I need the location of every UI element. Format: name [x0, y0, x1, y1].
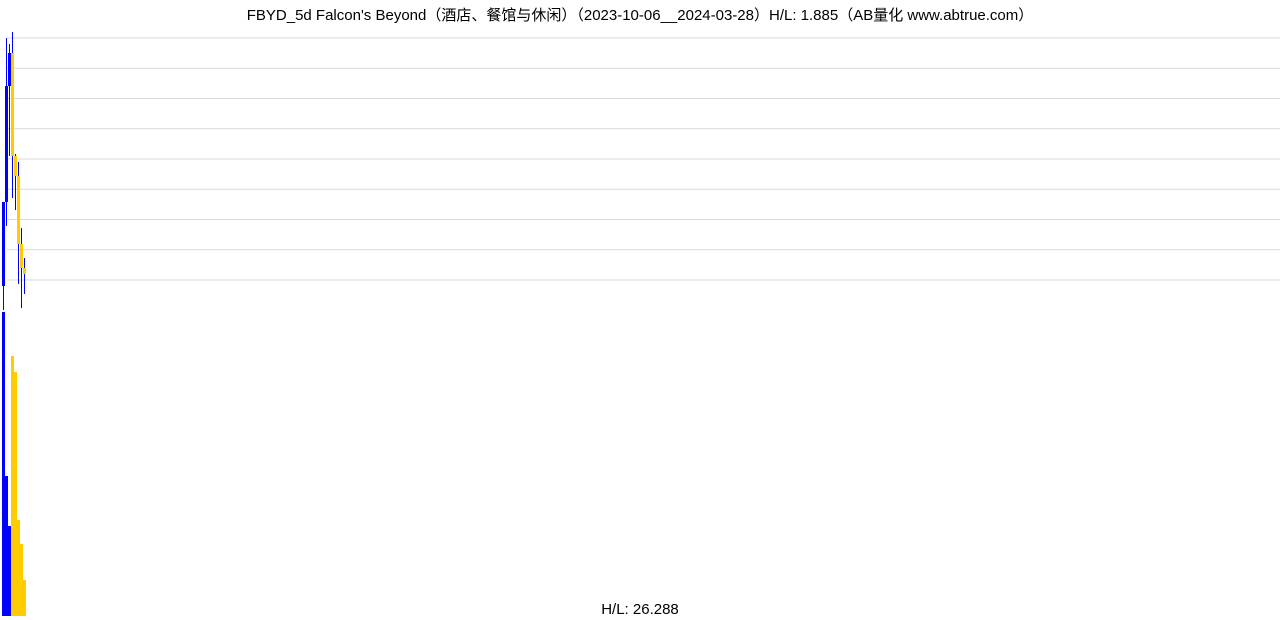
chart-title: FBYD_5d Falcon's Beyond（酒店、餐馆与休闲）（2023-1…: [0, 4, 1280, 25]
chart-area: [0, 26, 1280, 616]
chart-svg: [0, 26, 1280, 616]
footer-hl-label: H/L: 26.288: [0, 601, 1280, 618]
